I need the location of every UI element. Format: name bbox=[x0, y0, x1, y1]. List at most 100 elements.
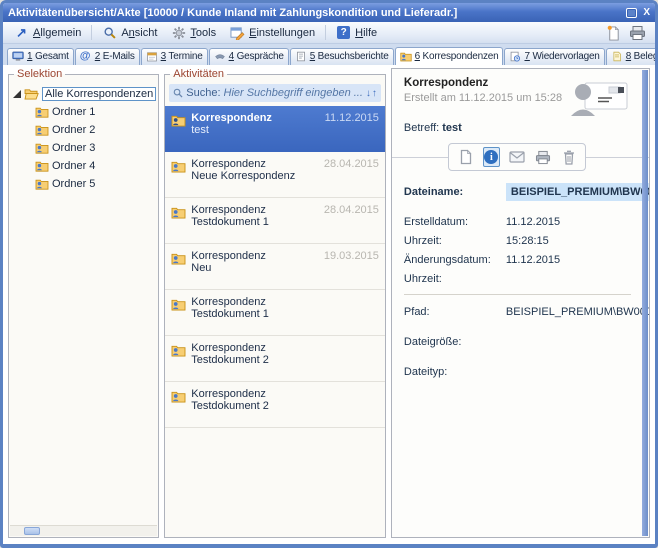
printer-icon bbox=[629, 25, 646, 41]
detail-vertical-scrollbar[interactable] bbox=[642, 70, 648, 536]
app-window: Aktivitätenübersicht/Akte [10000 / Kunde… bbox=[0, 0, 658, 548]
document-preview-button[interactable] bbox=[457, 147, 474, 167]
menu-item-hilfe[interactable]: ? Hilfe bbox=[330, 23, 383, 42]
tree-horizontal-scrollbar[interactable] bbox=[10, 525, 157, 536]
tab-termine[interactable]: 3 Termine bbox=[141, 48, 208, 65]
list-item[interactable]: Korrespondenz Neu 19.03.2015 bbox=[165, 244, 385, 290]
menubar: ↗ Allgemein Ansicht Tools Einstellungen … bbox=[3, 22, 655, 44]
divider bbox=[404, 294, 631, 295]
receipt-icon bbox=[611, 51, 623, 62]
correspondence-icon bbox=[171, 344, 186, 357]
search-bar[interactable]: Suche: Hier Suchbegriff eingeben ... ↓ ↑ bbox=[169, 84, 381, 102]
field-label: Änderungsdatum: bbox=[404, 254, 506, 266]
tab-gesamt[interactable]: 1 Gesamt bbox=[7, 48, 74, 65]
tree-item-ordner-2[interactable]: Ordner 2 bbox=[13, 121, 156, 139]
tree-item-ordner-4[interactable]: Ordner 4 bbox=[13, 157, 156, 175]
monitor-icon bbox=[12, 51, 24, 62]
close-button[interactable]: X bbox=[643, 8, 650, 18]
tab-korrespondenzen[interactable]: 6 Korrespondenzen bbox=[395, 47, 504, 65]
menu-item-allgemein[interactable]: ↗ Allgemein bbox=[8, 23, 87, 42]
field-dateiname: Dateiname: BEISPIEL_PREMIUM\BW0002.DOC bbox=[404, 183, 631, 201]
tree-root-item[interactable]: Alle Korrespondenzen bbox=[13, 85, 156, 103]
scrollbar-thumb[interactable] bbox=[24, 527, 40, 535]
selektion-panel: Selektion Alle Korrespondenzen Ordner 1 … bbox=[8, 68, 159, 538]
folder-label: Ordner 2 bbox=[52, 124, 95, 136]
detail-fields: Dateiname: BEISPIEL_PREMIUM\BW0002.DOC E… bbox=[404, 183, 631, 379]
item-subtitle: Testdokument 2 bbox=[191, 354, 379, 366]
arrow-ne-icon: ↗ bbox=[14, 25, 29, 40]
field-label: Uhrzeit: bbox=[404, 235, 506, 247]
field-uhrzeit-geaendert: Uhrzeit: bbox=[404, 272, 631, 286]
email-button[interactable] bbox=[508, 147, 526, 167]
list-item[interactable]: Korrespondenz Testdokument 2 bbox=[165, 336, 385, 382]
menu-label: Tools bbox=[190, 27, 216, 39]
field-label: Dateityp: bbox=[404, 366, 506, 378]
menu-item-tools[interactable]: Tools bbox=[165, 23, 222, 42]
tab-besuchsberichte[interactable]: 5 Besuchsberichte bbox=[290, 48, 394, 65]
menu-label: Einstellungen bbox=[249, 27, 315, 39]
item-subtitle: Testdokument 2 bbox=[191, 400, 379, 412]
correspondence-icon bbox=[171, 298, 186, 311]
field-value: BEISPIEL_PREMIUM\BW0002.DOC bbox=[506, 183, 650, 201]
tree-item-ordner-5[interactable]: Ordner 5 bbox=[13, 175, 156, 193]
item-date: 11.12.2015 bbox=[325, 112, 379, 124]
field-erstelldatum: Erstelldatum: 11.12.2015 bbox=[404, 215, 631, 229]
page-icon bbox=[459, 149, 473, 165]
menu-item-ansicht[interactable]: Ansicht bbox=[96, 23, 163, 42]
field-label: Pfad: bbox=[404, 306, 506, 318]
item-title: Korrespondenz bbox=[191, 342, 379, 354]
calendar-icon bbox=[146, 51, 158, 62]
field-value: 11.12.2015 bbox=[506, 216, 631, 228]
list-item[interactable]: Korrespondenz Neue Korrespondenz 28.04.2… bbox=[165, 152, 385, 198]
list-item[interactable]: Korrespondenz test 11.12.2015 bbox=[165, 106, 385, 152]
tree-item-ordner-3[interactable]: Ordner 3 bbox=[13, 139, 156, 157]
field-value: 15:28:15 bbox=[506, 235, 631, 247]
tab-belege[interactable]: 8 Belege bbox=[606, 48, 655, 65]
folder-user-icon bbox=[35, 178, 49, 190]
correspondence-icon bbox=[171, 114, 186, 127]
menu-item-einstellungen[interactable]: Einstellungen bbox=[224, 23, 321, 42]
delete-button[interactable] bbox=[560, 147, 577, 167]
list-item[interactable]: Korrespondenz Testdokument 2 bbox=[165, 382, 385, 428]
folder-label: Ordner 5 bbox=[52, 178, 95, 190]
menu-label: Allgemein bbox=[33, 27, 81, 39]
window-title: Aktivitätenübersicht/Akte [10000 / Kunde… bbox=[8, 7, 457, 19]
trash-icon bbox=[563, 150, 575, 165]
maximize-button[interactable] bbox=[626, 8, 637, 18]
tree-item-ordner-1[interactable]: Ordner 1 bbox=[13, 103, 156, 121]
sort-descending-button[interactable]: ↓ bbox=[366, 88, 371, 99]
folder-user-icon bbox=[400, 51, 412, 62]
contact-card-icon bbox=[571, 81, 629, 117]
item-subtitle: Testdokument 1 bbox=[191, 308, 379, 320]
tree-expander-icon[interactable] bbox=[13, 90, 21, 98]
content-area: Selektion Alle Korrespondenzen Ordner 1 … bbox=[3, 65, 655, 544]
at-icon: @ bbox=[80, 51, 92, 62]
info-button[interactable]: i bbox=[483, 147, 500, 167]
field-pfad: Pfad: BEISPIEL_PREMIUM\BW0002.DOC bbox=[404, 305, 631, 319]
aktivitaeten-panel: Aktivitäten Suche: Hier Suchbegriff eing… bbox=[164, 68, 386, 538]
field-uhrzeit-erstellt: Uhrzeit: 15:28:15 bbox=[404, 234, 631, 248]
field-label: Erstelldatum: bbox=[404, 216, 506, 228]
folder-user-icon bbox=[35, 124, 49, 136]
field-aenderungsdatum: Änderungsdatum: 11.12.2015 bbox=[404, 253, 631, 267]
printer-icon bbox=[535, 150, 551, 165]
print-detail-button[interactable] bbox=[534, 147, 552, 167]
titlebar: Aktivitätenübersicht/Akte [10000 / Kunde… bbox=[3, 3, 655, 22]
new-document-icon bbox=[606, 25, 621, 41]
sort-ascending-button[interactable]: ↑ bbox=[372, 88, 377, 99]
search-placeholder[interactable]: Hier Suchbegriff eingeben ... bbox=[224, 87, 363, 99]
tab-emails[interactable]: @ 2 E-Mails bbox=[75, 48, 140, 65]
phone-icon bbox=[214, 51, 226, 62]
detail-toolbar: i bbox=[448, 143, 586, 171]
tree-root-label: Alle Korrespondenzen bbox=[42, 87, 156, 101]
tab-wiedervorlagen[interactable]: 7 Wiedervorlagen bbox=[504, 48, 604, 65]
print-button[interactable] bbox=[629, 25, 646, 41]
list-item[interactable]: Korrespondenz Testdokument 1 bbox=[165, 290, 385, 336]
betreff-value: test bbox=[442, 122, 462, 134]
menu-label: Ansicht bbox=[121, 27, 157, 39]
new-document-button[interactable] bbox=[606, 25, 621, 41]
menu-label: Hilfe bbox=[355, 27, 377, 39]
resubmission-icon bbox=[509, 51, 521, 62]
list-item[interactable]: Korrespondenz Testdokument 1 28.04.2015 bbox=[165, 198, 385, 244]
tab-gespraeche[interactable]: 4 Gespräche bbox=[209, 48, 289, 65]
